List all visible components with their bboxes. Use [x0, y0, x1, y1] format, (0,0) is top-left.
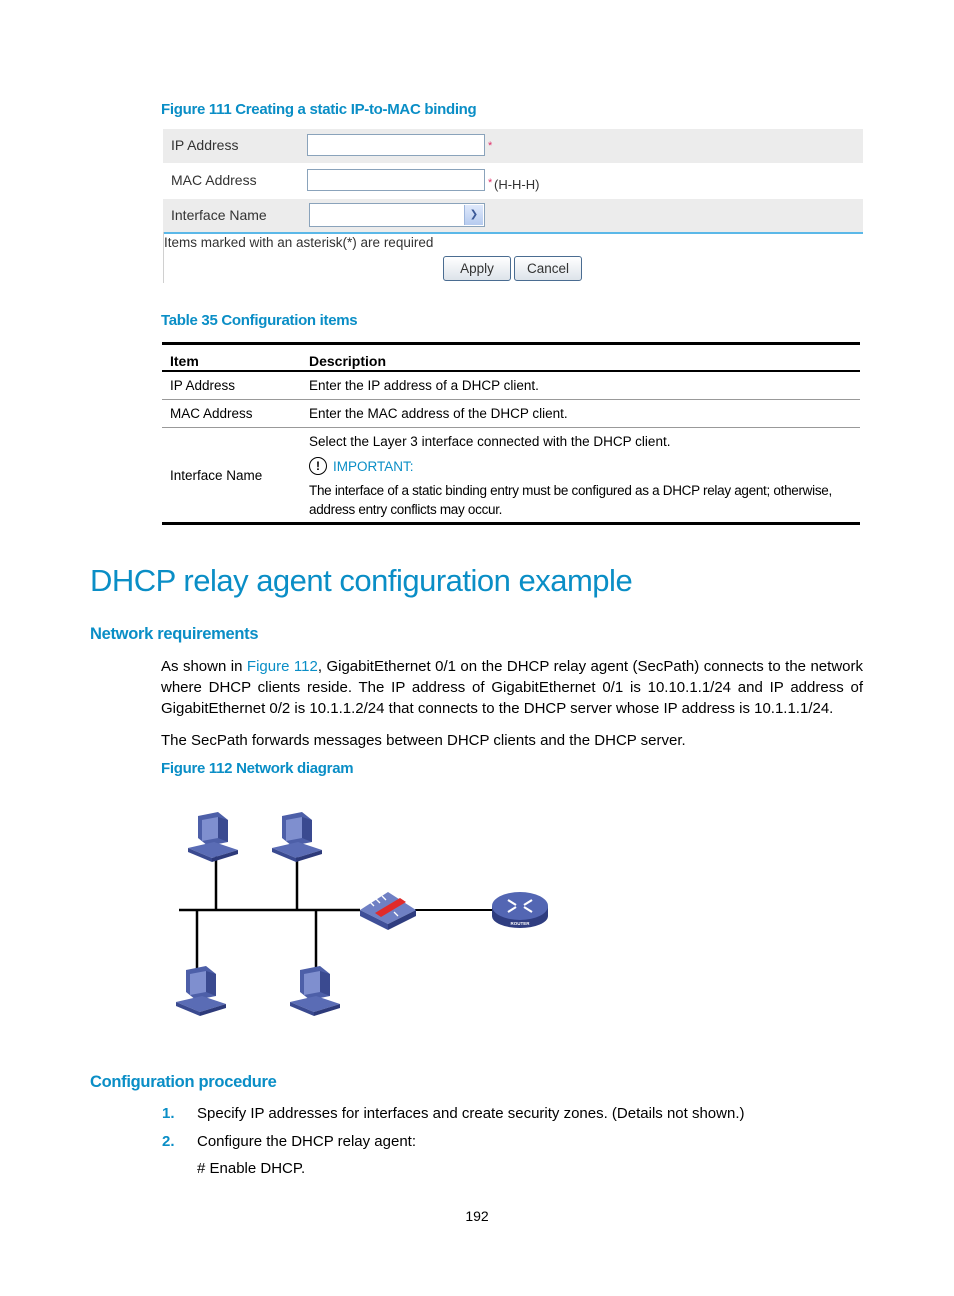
step-number: 1.	[162, 1105, 175, 1122]
step-text: Configure the DHCP relay agent:	[197, 1133, 417, 1150]
mac-format-hint: (H-H-H)	[494, 177, 540, 192]
form-row-ip-address: IP Address *	[163, 129, 863, 163]
cell-description: Select the Layer 3 interface connected w…	[309, 434, 671, 449]
chevron-down-icon[interactable]: ❯	[464, 205, 483, 225]
step-number: 2.	[162, 1133, 175, 1150]
form-divider	[163, 232, 863, 234]
important-label: IMPORTANT:	[333, 458, 414, 474]
router-label: ROUTER	[511, 921, 531, 926]
configuration-items-table: Item Description IP Address Enter the IP…	[162, 342, 860, 525]
table-header-row: Item Description	[162, 343, 860, 371]
important-text: The interface of a static binding entry …	[309, 483, 832, 517]
interface-name-label: Interface Name	[171, 207, 267, 223]
pc-icon	[272, 812, 322, 862]
step-text: Specify IP addresses for interfaces and …	[197, 1105, 745, 1122]
cell-description-block: Select the Layer 3 interface connected w…	[301, 427, 860, 524]
cell-item: MAC Address	[162, 399, 301, 428]
form-row-mac-address: MAC Address * (H-H-H)	[163, 164, 863, 198]
mac-address-input[interactable]	[307, 169, 485, 191]
table-35-caption: Table 35 Configuration items	[161, 312, 358, 329]
table-row: MAC Address Enter the MAC address of the…	[162, 399, 860, 428]
ip-address-label: IP Address	[171, 137, 239, 153]
pc-icon	[290, 966, 340, 1016]
firewall-icon	[360, 892, 416, 930]
required-note: Items marked with an asterisk(*) are req…	[164, 235, 434, 250]
cell-description: Enter the IP address of a DHCP client.	[309, 378, 539, 393]
table-row: IP Address Enter the IP address of a DHC…	[162, 371, 860, 400]
cell-description: Enter the MAC address of the DHCP client…	[301, 399, 860, 428]
mac-address-label: MAC Address	[171, 172, 257, 188]
apply-button[interactable]: Apply	[443, 256, 511, 281]
pc-icon	[176, 966, 226, 1016]
pc-icon	[188, 812, 238, 862]
exclamation-circle-icon: !	[309, 457, 327, 475]
form-row-interface-name: Interface Name ❯	[163, 199, 863, 233]
important-notice: ! IMPORTANT:	[309, 457, 852, 475]
cancel-button[interactable]: Cancel	[514, 256, 582, 281]
figure-112-caption: Figure 112 Network diagram	[161, 760, 354, 777]
command-comment: # Enable DHCP.	[197, 1160, 306, 1177]
figure-112-link[interactable]: Figure 112	[247, 658, 318, 675]
static-binding-form: IP Address * MAC Address * (H-H-H) Inter…	[163, 129, 863, 283]
network-requirements-heading: Network requirements	[90, 625, 259, 643]
required-asterisk: *	[488, 140, 493, 152]
table-row: Interface Name Select the Layer 3 interf…	[162, 427, 860, 524]
configuration-procedure-heading: Configuration procedure	[90, 1073, 277, 1091]
page-number: 192	[465, 1208, 489, 1224]
cell-item: Interface Name	[162, 427, 301, 524]
cell-item: IP Address	[170, 378, 236, 393]
interface-name-select[interactable]: ❯	[309, 203, 485, 227]
header-item: Item	[170, 353, 199, 369]
para-text: As shown in	[161, 658, 247, 675]
network-requirements-paragraph: As shown in Figure 112, GigabitEthernet …	[161, 656, 863, 719]
ip-address-input[interactable]	[307, 134, 485, 156]
secpath-paragraph: The SecPath forwards messages between DH…	[161, 732, 686, 749]
router-icon: ROUTER	[492, 892, 548, 928]
required-asterisk: *	[488, 177, 493, 189]
header-description: Description	[309, 353, 387, 369]
figure-111-caption: Figure 111 Creating a static IP-to-MAC b…	[161, 101, 477, 118]
network-diagram: ROUTER	[176, 812, 548, 1016]
section-title: DHCP relay agent configuration example	[90, 563, 633, 598]
